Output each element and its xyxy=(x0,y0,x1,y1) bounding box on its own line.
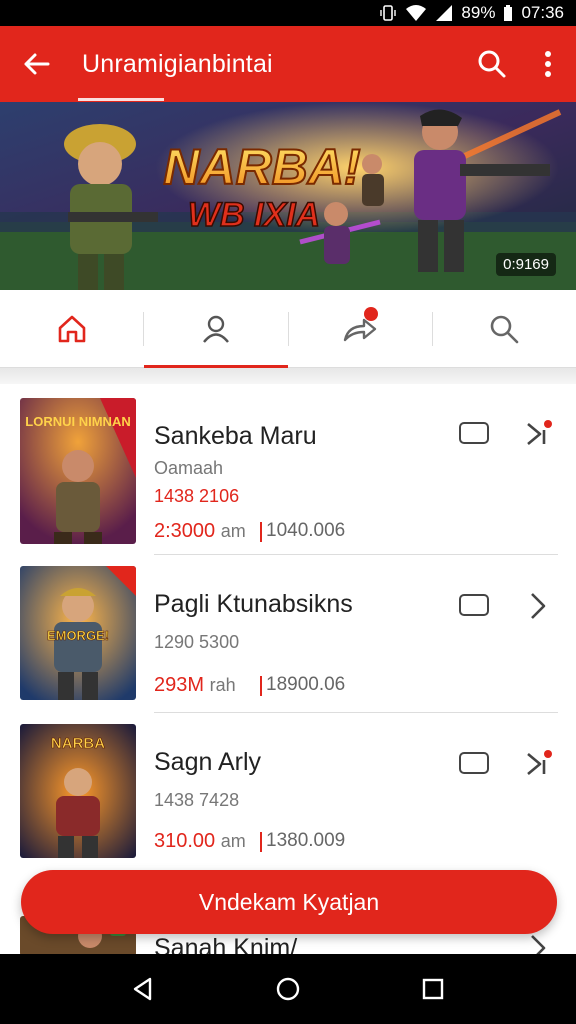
item-price: 293M rah xyxy=(154,674,236,697)
item-price-value: 2:3000 xyxy=(154,520,216,542)
thumbnail-label: NARBA xyxy=(51,735,105,752)
battery-text: 89% xyxy=(461,3,496,22)
item-secondary-price: 1040.006 xyxy=(259,520,346,542)
item-secondary-price: 18900.06 xyxy=(259,674,346,696)
list-item[interactable]: NARBA Sagn Arly 1438 7428 310.00 am 1380… xyxy=(0,724,576,880)
more-vert-icon xyxy=(545,51,551,77)
featured-banner[interactable]: NARBA! WB IXIA 0:9169 xyxy=(0,102,576,290)
tab-profile[interactable] xyxy=(144,290,288,368)
tab-share[interactable] xyxy=(289,290,432,367)
section-gap xyxy=(0,368,576,384)
thumbnail-label: EMORGE! xyxy=(47,628,109,643)
app-bar: Unramigianbintai xyxy=(0,26,576,102)
banner-artwork: NARBA! WB IXIA xyxy=(0,102,576,290)
item-price-value: 293M xyxy=(154,674,205,696)
row-divider xyxy=(154,554,558,555)
item-list: LORNUI NIMNAN Sankeba Maru Oamaah 1438 2… xyxy=(0,384,576,954)
item-title: Sanah Knim/ xyxy=(154,934,298,954)
chevron-right-icon[interactable] xyxy=(522,932,554,954)
clock: 07:36 xyxy=(521,3,564,22)
item-code: 1438 2106 xyxy=(154,486,240,506)
item-checkbox[interactable] xyxy=(459,752,489,774)
profile-icon xyxy=(202,315,229,343)
list-item[interactable]: EMORGE! Pagli Ktunabsikns 1290 5300 293M… xyxy=(0,566,576,722)
chevron-right-icon[interactable] xyxy=(522,590,554,622)
primary-action-button[interactable]: Vndekam Kyatjan xyxy=(21,870,557,934)
search-icon xyxy=(491,315,519,343)
item-thumbnail: NARBA xyxy=(20,724,136,858)
status-bar: 89% 07:36 xyxy=(0,0,576,26)
overflow-menu-button[interactable] xyxy=(520,26,576,102)
arrow-back-icon xyxy=(24,53,50,75)
back-button[interactable] xyxy=(0,26,72,102)
vibrate-icon xyxy=(380,5,397,21)
item-thumbnail: LORNUI NIMNAN xyxy=(20,398,136,544)
item-subtitle: Oamaah xyxy=(154,458,224,478)
item-price-unit: am xyxy=(220,831,246,851)
thumbnail-art: EMORGE! xyxy=(20,566,136,700)
search-icon xyxy=(478,50,506,78)
thumbnail-art: NARBA xyxy=(20,724,136,858)
item-title: Sagn Arly xyxy=(154,748,262,776)
item-price: 310.00 am xyxy=(154,830,246,853)
banner-headline: NARBA! xyxy=(163,139,360,195)
item-code: 1438 7428 xyxy=(154,790,240,810)
banner-duration: 0:9169 xyxy=(496,253,556,276)
list-item[interactable]: LORNUI NIMNAN Sankeba Maru Oamaah 1438 2… xyxy=(0,398,576,555)
item-checkbox[interactable] xyxy=(459,594,489,616)
tab-search[interactable] xyxy=(433,290,576,367)
signal-icon xyxy=(436,5,453,21)
back-nav-icon[interactable] xyxy=(130,976,156,1002)
battery-icon xyxy=(504,5,513,21)
thumbnail-art: LORNUI NIMNAN xyxy=(20,398,136,544)
system-nav-bar xyxy=(0,954,576,1024)
page-title: Unramigianbintai xyxy=(72,50,464,101)
ai-action-icon[interactable] xyxy=(522,748,554,780)
banner-subheadline: WB IXIA xyxy=(188,196,320,234)
item-price: 2:3000 am xyxy=(154,520,246,543)
thumbnail-label: LORNUI NIMNAN xyxy=(25,414,130,429)
item-title: Pagli Ktunabsikns xyxy=(154,590,353,618)
ai-action-icon[interactable] xyxy=(522,418,554,450)
tab-bar xyxy=(0,290,576,368)
item-title: Sankeba Maru xyxy=(154,422,317,450)
row-divider xyxy=(154,712,558,713)
wifi-icon xyxy=(406,5,427,21)
recents-nav-icon[interactable] xyxy=(420,976,446,1002)
home-nav-icon[interactable] xyxy=(275,976,301,1002)
item-price-unit: am xyxy=(220,521,246,541)
item-price-unit: rah xyxy=(209,675,236,695)
item-code: 1290 5300 xyxy=(154,632,240,652)
home-icon xyxy=(58,315,85,342)
item-thumbnail: EMORGE! xyxy=(20,566,136,700)
item-secondary-price: 1380.009 xyxy=(259,830,346,852)
search-button[interactable] xyxy=(464,26,520,102)
item-checkbox[interactable] xyxy=(459,422,489,444)
item-price-value: 310.00 xyxy=(154,830,216,852)
tab-home[interactable] xyxy=(0,290,143,367)
